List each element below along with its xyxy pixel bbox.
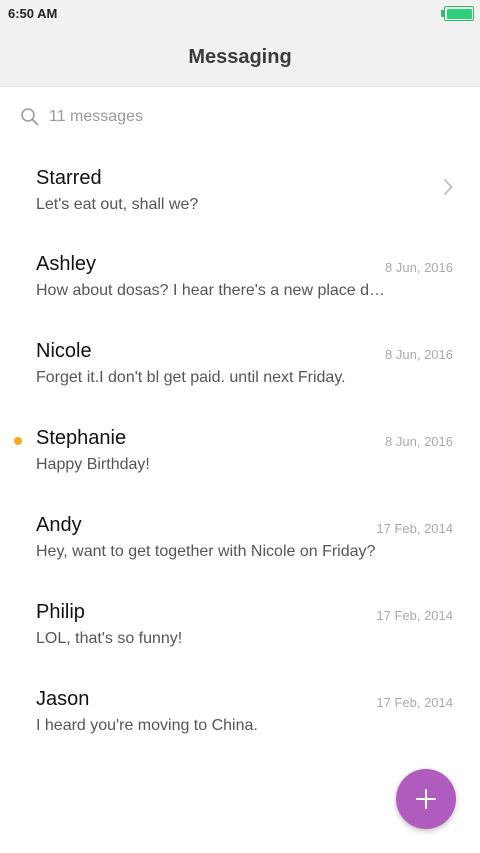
conversation-preview: LOL, that's so funny! <box>36 630 183 647</box>
conversation-name: Starred <box>36 167 102 189</box>
status-time: 6:50 AM <box>8 6 58 21</box>
search-placeholder: 11 messages <box>49 108 143 125</box>
search-icon <box>21 108 39 126</box>
page-title: Messaging <box>188 46 292 68</box>
conversation-date: 17 Feb, 2014 <box>376 695 453 710</box>
conversation-name: Ashley <box>36 253 97 275</box>
conversation-preview: How about dosas? I hear there's a new pl… <box>36 282 391 299</box>
conversation-philip[interactable]: Philip 17 Feb, 2014 LOL, that's so funny… <box>0 601 480 688</box>
conversation-preview: Forget it.I don't bl get paid. until nex… <box>36 369 346 386</box>
conversation-stephanie[interactable]: Stephanie 8 Jun, 2016 Happy Birthday! <box>0 427 480 514</box>
unread-dot <box>14 437 22 445</box>
conversation-name: Jason <box>36 688 90 710</box>
conversation-date: 17 Feb, 2014 <box>376 608 453 623</box>
conversation-date: 8 Jun, 2016 <box>385 434 453 449</box>
conversation-date: 8 Jun, 2016 <box>385 260 453 275</box>
conversation-nicole[interactable]: Nicole 8 Jun, 2016 Forget it.I don't bl … <box>0 340 480 427</box>
battery-full-icon <box>441 6 474 21</box>
conversation-jason[interactable]: Jason 17 Feb, 2014 I heard you're moving… <box>0 688 480 775</box>
conversation-name: Stephanie <box>36 427 127 449</box>
conversation-preview: Hey, want to get together with Nicole on… <box>36 543 376 560</box>
conversation-date: 17 Feb, 2014 <box>376 521 453 536</box>
conversation-andy[interactable]: Andy 17 Feb, 2014 Hey, want to get toget… <box>0 514 480 601</box>
conversation-preview: Happy Birthday! <box>36 456 150 473</box>
conversation-name: Andy <box>36 514 82 536</box>
app-header: 6:50 AM Messaging <box>0 0 480 87</box>
conversation-preview: I heard you're moving to China. <box>36 717 258 734</box>
conversation-starred[interactable]: Starred Let's eat out, shall we? <box>0 167 480 254</box>
plus-icon <box>416 789 436 809</box>
conversation-ashley[interactable]: Ashley 8 Jun, 2016 How about dosas? I he… <box>0 253 480 340</box>
conversation-name: Nicole <box>36 340 92 362</box>
conversation-preview: Let's eat out, shall we? <box>36 196 199 213</box>
chevron-right-icon <box>443 178 453 196</box>
conversation-name: Philip <box>36 601 85 623</box>
search-bar[interactable]: 11 messages <box>20 105 460 131</box>
new-message-button[interactable] <box>396 769 456 829</box>
conversation-date: 8 Jun, 2016 <box>385 347 453 362</box>
